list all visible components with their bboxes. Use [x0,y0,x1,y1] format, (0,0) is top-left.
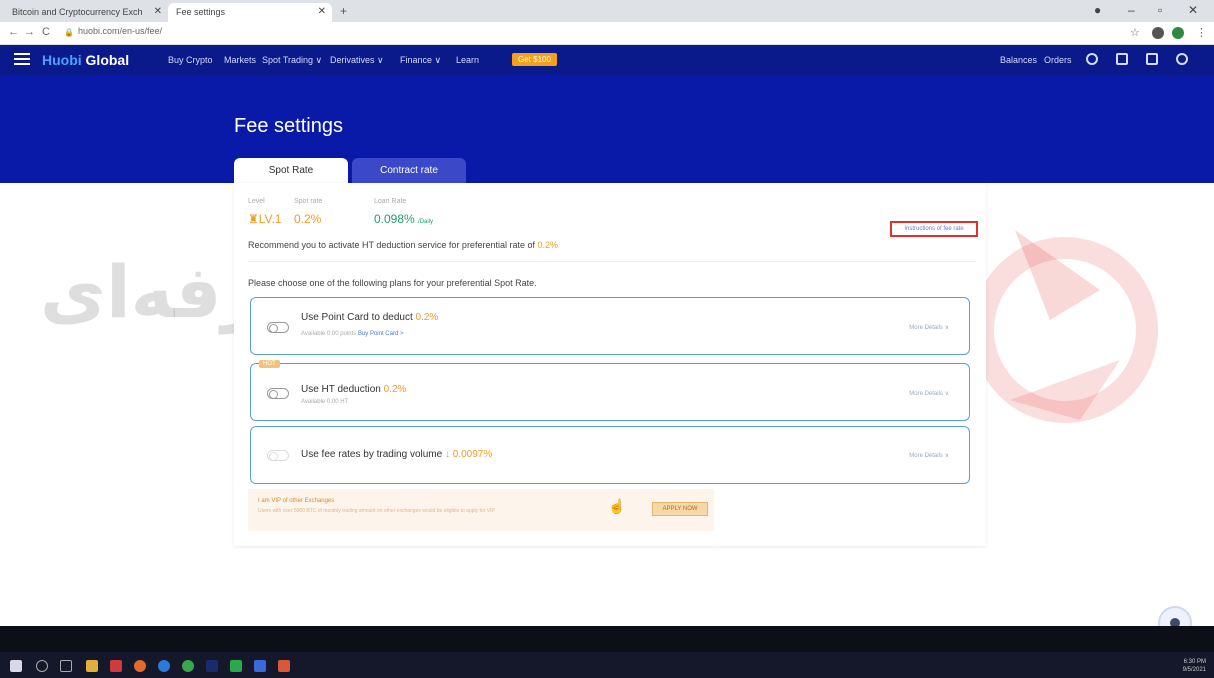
ht-toggle[interactable] [267,388,289,399]
more-details-link[interactable]: More Details ∨ [909,452,949,459]
divider [248,261,976,262]
level-icon: ♜ [248,212,259,226]
file-explorer-icon[interactable] [86,660,98,672]
camtasia-icon[interactable] [230,660,242,672]
loan-rate-label: Loan Rate [374,198,407,205]
recommend-text: Recommend you to activate HT deduction s… [248,240,559,250]
system-clock[interactable]: 6:30 PM 9/5/2021 [1183,658,1206,674]
spot-rate-label: Spot rate [294,198,323,205]
hot-badge: HOT [259,360,280,368]
volume-toggle[interactable] [267,450,289,461]
loan-rate-value: 0.098% /Daily [374,212,434,226]
instructions-link[interactable]: Instructions of fee rate [890,221,978,237]
hand-cursor-icon: ☝ [608,498,626,514]
plan-trading-volume[interactable]: Use fee rates by trading volume ↓ 0.0097… [250,426,970,484]
spot-rate-value: 0.2% [294,212,322,226]
vip-description: Users with over 5000 BTC of monthly trad… [258,508,495,514]
plans-intro: Please choose one of the following plans… [248,278,537,288]
plan-title: Use fee rates by trading volume ↓ 0.0097… [301,449,493,460]
taskbar-shadow [0,626,1214,652]
plan-title: Use HT deduction 0.2% [301,384,407,395]
firefox-icon[interactable] [134,660,146,672]
task-view-icon[interactable] [60,660,72,672]
search-icon[interactable] [36,660,48,672]
point-card-toggle[interactable] [267,322,289,333]
word-icon[interactable] [254,660,266,672]
plan-subtext: Available 0.00 HT [301,399,349,405]
app-icon[interactable] [110,660,122,672]
chrome-icon[interactable] [182,660,194,672]
plan-ht-deduction[interactable]: HOT Use HT deduction 0.2% Available 0.00… [250,360,970,421]
edge-icon[interactable] [158,660,170,672]
more-details-link[interactable]: More Details ∨ [909,324,949,331]
windows-taskbar: 6:30 PM 9/5/2021 [0,626,1214,678]
more-details-link[interactable]: More Details ∨ [909,390,949,397]
plan-point-card[interactable]: Use Point Card to deduct 0.2% Available … [250,297,970,355]
photoshop-icon[interactable] [206,660,218,672]
start-icon[interactable] [10,660,22,672]
vip-title: I am VIP of other Exchanges [258,498,335,504]
plan-subtext: Available 0.00 points Buy Point Card > [301,331,404,337]
apply-now-button[interactable]: APPLY NOW [652,502,708,516]
powerpoint-icon[interactable] [278,660,290,672]
plan-title: Use Point Card to deduct 0.2% [301,312,439,323]
vip-banner: I am VIP of other Exchanges Users with o… [248,489,714,531]
level-value: ♜LV.1 [248,212,282,226]
level-label: Level [248,198,265,205]
buy-point-card-link[interactable]: Buy Point Card > [358,331,404,337]
fee-card: Level ♜LV.1 Spot rate 0.2% Loan Rate 0.0… [234,183,986,546]
